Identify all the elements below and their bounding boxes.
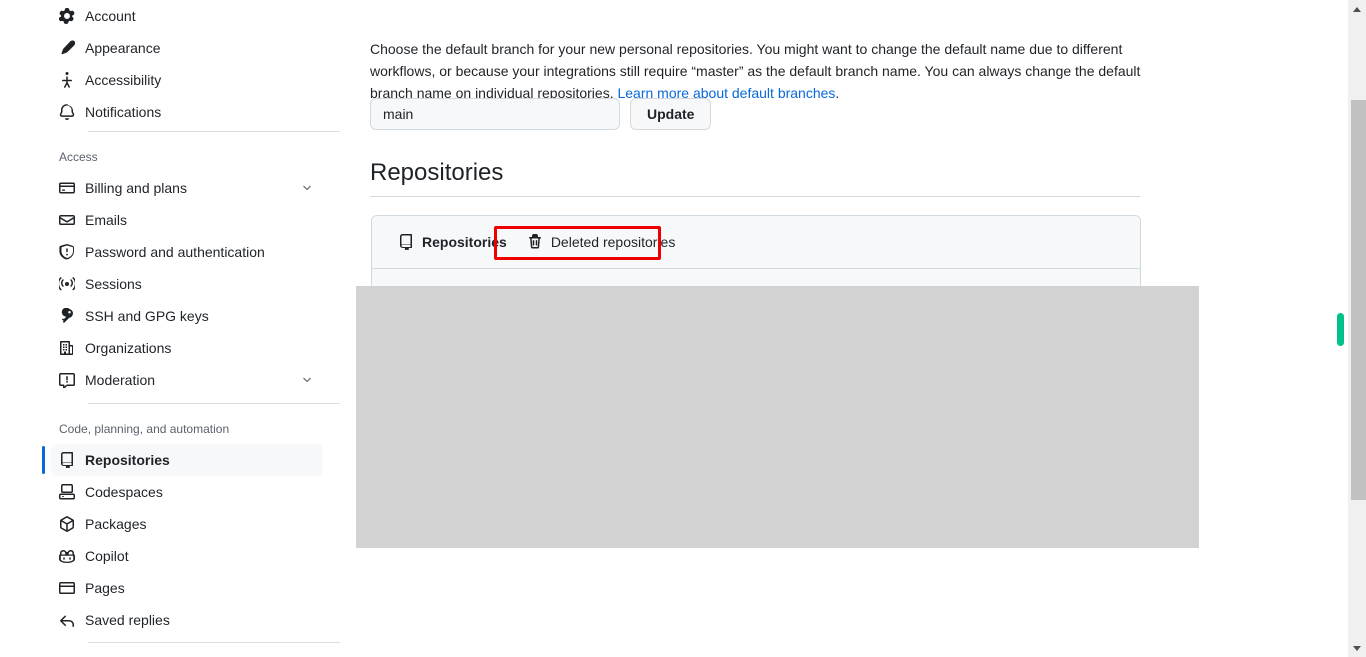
sidebar-item-label: Packages	[85, 516, 147, 532]
sidebar-item-organizations[interactable]: Organizations	[51, 332, 323, 364]
sidebar-item-label: Moderation	[85, 372, 156, 388]
browser-scrollbar-thumb[interactable]	[1351, 100, 1366, 500]
page-root: Account Appearance Accessibility Notific…	[0, 0, 1366, 657]
repo-icon	[398, 234, 414, 250]
sidebar-item-pages[interactable]: Pages	[51, 572, 323, 604]
sidebar-item-codespaces[interactable]: Codespaces	[51, 476, 323, 508]
copilot-icon	[59, 548, 75, 564]
sidebar-item-label: Pages	[85, 580, 125, 596]
inner-scrollbar[interactable]	[1334, 0, 1348, 657]
sidebar-divider	[88, 131, 376, 132]
sidebar-item-label: Copilot	[85, 548, 129, 564]
sidebar-item-label: Accessibility	[85, 72, 162, 88]
sidebar-item-saved-replies[interactable]: Saved replies	[51, 604, 323, 636]
update-button[interactable]: Update	[630, 98, 712, 130]
sidebar-item-password-and-authentication[interactable]: Password and authentication	[51, 236, 323, 268]
paintbrush-icon	[59, 40, 75, 56]
masked-content-region	[356, 286, 1199, 548]
sidebar-item-label: Password and authentication	[85, 244, 265, 260]
browser-scrollbar[interactable]	[1348, 0, 1366, 657]
chevron-down-icon[interactable]	[299, 180, 315, 196]
sidebar-item-copilot[interactable]: Copilot	[51, 540, 323, 572]
sidebar-item-accessibility[interactable]: Accessibility	[51, 64, 323, 96]
chevron-down-icon[interactable]	[299, 372, 315, 388]
sidebar-divider	[88, 642, 376, 643]
sidebar-item-ssh-and-gpg-keys[interactable]: SSH and GPG keys	[51, 300, 323, 332]
sidebar-group-heading-access: Access	[59, 150, 98, 164]
gear-icon	[59, 8, 75, 24]
sidebar-divider	[88, 403, 376, 404]
sidebar-item-sessions[interactable]: Sessions	[51, 268, 323, 300]
section-divider	[370, 196, 1140, 197]
sidebar-item-label: Codespaces	[85, 484, 163, 500]
mail-icon	[59, 212, 75, 228]
sidebar-item-repositories[interactable]: Repositories	[42, 444, 323, 476]
bell-icon	[59, 104, 75, 120]
package-icon	[59, 516, 75, 532]
browser-icon	[59, 580, 75, 596]
tab-label: Repositories	[422, 234, 507, 250]
shield-lock-icon	[59, 244, 75, 260]
sidebar-item-packages[interactable]: Packages	[51, 508, 323, 540]
broadcast-icon	[59, 276, 75, 292]
reply-icon	[59, 612, 75, 628]
tab-deleted-repositories[interactable]: Deleted repositories	[517, 226, 686, 258]
default-branch-input[interactable]	[370, 98, 620, 130]
sidebar-item-label: Organizations	[85, 340, 172, 356]
sidebar-item-label: Emails	[85, 212, 128, 228]
repositories-tablist: Repositories Deleted repositories	[372, 216, 1140, 269]
credit-card-icon	[59, 180, 75, 196]
repo-icon	[59, 452, 75, 468]
sidebar-item-moderation[interactable]: Moderation	[51, 364, 323, 396]
sidebar-item-label: Saved replies	[85, 612, 170, 628]
settings-sidebar: Account Appearance Accessibility Notific…	[0, 0, 376, 657]
codespaces-icon	[59, 484, 75, 500]
sidebar-item-label: Sessions	[85, 276, 142, 292]
trash-icon	[527, 234, 543, 250]
sidebar-item-billing-and-plans[interactable]: Billing and plans	[51, 172, 323, 204]
sidebar-item-appearance[interactable]: Appearance	[51, 32, 323, 64]
description-text-part2: .	[835, 85, 840, 101]
sidebar-item-emails[interactable]: Emails	[51, 204, 323, 236]
sidebar-item-account[interactable]: Account	[51, 0, 323, 32]
sidebar-item-label: Repositories	[85, 452, 170, 468]
sidebar-group-heading-code: Code, planning, and automation	[59, 422, 230, 436]
organization-icon	[59, 340, 75, 356]
sidebar-item-label: Appearance	[85, 40, 161, 56]
default-branch-form: Update	[370, 98, 712, 130]
report-icon	[59, 372, 75, 388]
key-icon	[59, 308, 75, 324]
sidebar-item-label: SSH and GPG keys	[85, 308, 209, 324]
scroll-down-arrow-icon[interactable]	[1348, 639, 1366, 657]
tab-label: Deleted repositories	[550, 234, 676, 250]
accessibility-icon	[59, 72, 75, 88]
sidebar-item-label: Account	[85, 8, 136, 24]
default-branch-description: Choose the default branch for your new p…	[370, 38, 1142, 104]
tab-repositories[interactable]: Repositories	[388, 226, 517, 258]
inner-scrollbar-marker[interactable]	[1337, 313, 1344, 346]
sidebar-item-label: Notifications	[85, 104, 162, 120]
page-title: Repositories	[370, 159, 504, 186]
sidebar-item-notifications[interactable]: Notifications	[51, 96, 323, 128]
scroll-up-arrow-icon[interactable]	[1348, 0, 1366, 18]
sidebar-item-label: Billing and plans	[85, 180, 187, 196]
